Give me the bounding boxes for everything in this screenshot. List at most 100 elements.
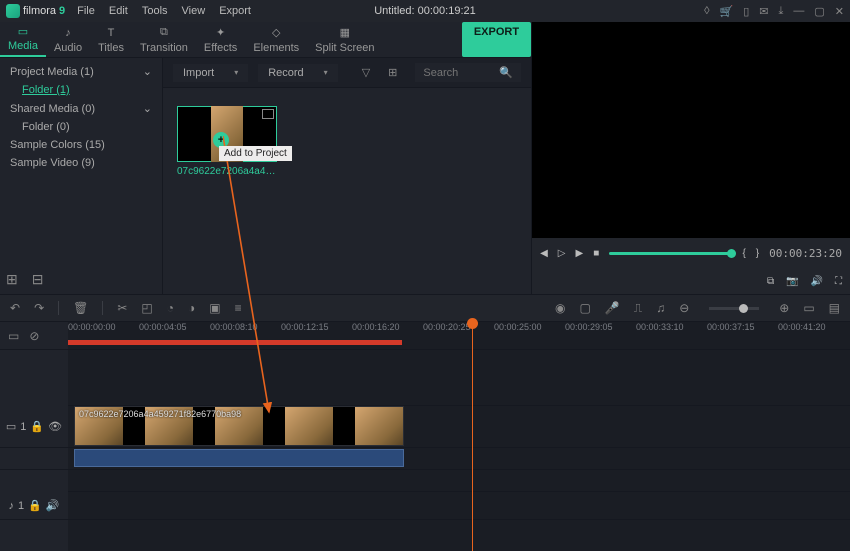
mail-icon[interactable]: ✉ [759,5,768,18]
tree-sample-colors[interactable]: Sample Colors (15) [6,136,156,154]
prev-frame-button[interactable]: ◀ [540,248,548,259]
filter-icon[interactable]: ▽ [358,64,374,81]
mixer-icon[interactable]: ⎍ [634,301,642,316]
color-button[interactable]: ◑ [188,301,195,315]
lock-icon[interactable]: 🔒 [30,420,44,433]
split-button[interactable]: ✂ [117,301,127,315]
tab-transition[interactable]: ⧉Transition [132,22,196,57]
maximize-icon[interactable]: ▢ [814,5,824,18]
visibility-icon[interactable]: 👁 [48,420,62,433]
titlebar-right: ◊ 🛒 ▯ ✉ ⤓ — ▢ ✕ [704,5,844,18]
tree-folder-1[interactable]: Folder (1) [6,81,156,99]
undo-button[interactable]: ↶ [10,301,20,315]
grid-view-icon[interactable]: ⊞ [384,64,401,81]
preview-slider[interactable] [609,252,732,255]
timeline-tracks[interactable]: 00:00:00:0000:00:04:0500:00:08:1000:00:1… [68,322,850,551]
new-folder-icon[interactable]: ⊞ [6,271,18,288]
timeline-left: ▭ ⊘ ▭1🔒👁 ♪1🔒🔊 [0,322,68,551]
playhead[interactable] [472,322,473,551]
bookmark-icon[interactable]: ▯ [743,5,749,18]
tab-media[interactable]: ▭Media [0,22,46,57]
tab-elements[interactable]: ◇Elements [245,22,307,57]
tab-split-screen[interactable]: ▦Split Screen [307,22,382,57]
music-track[interactable] [68,492,850,520]
play-back-button[interactable]: ▷ [558,248,566,259]
cart-icon[interactable]: 🛒 [720,5,734,18]
mark-out-icon[interactable]: } [756,248,759,259]
stop-button[interactable]: ■ [593,248,599,259]
chevron-down-icon: ▾ [234,68,238,77]
lock-icon[interactable]: 🔒 [28,499,42,512]
search-box[interactable]: 🔍 [415,63,521,82]
zoom-fit-icon[interactable]: ▭ [803,301,814,315]
export-button[interactable]: EXPORT [462,22,531,57]
tab-effects[interactable]: ✦Effects [196,22,245,57]
remove-folder-icon[interactable]: ⊟ [32,271,44,288]
tree-sample-video[interactable]: Sample Video (9) [6,154,156,172]
templates-icon[interactable]: ▭ [8,329,19,343]
ruler-mark: 00:00:20:25 [423,322,471,332]
delete-button[interactable]: 🗑 [73,301,88,315]
video-clip[interactable]: 07c9622e7206a4a459271f82e6770ba98 [74,406,404,446]
thumbnail-name: 07c9622e7206a4a4592... [177,166,277,177]
import-dropdown[interactable]: Import▾ [173,64,248,82]
mark-in-icon[interactable]: { [742,248,745,259]
render-icon[interactable]: ◉ [555,301,565,315]
tab-audio[interactable]: ♪Audio [46,22,90,57]
media-tree: Project Media (1)⌄ Folder (1) Shared Med… [0,58,162,265]
tree-folder-0[interactable]: Folder (0) [6,118,156,136]
menu-export[interactable]: Export [219,5,251,17]
menu-view[interactable]: View [182,5,206,17]
menu-tools[interactable]: Tools [142,5,168,17]
volume-icon[interactable]: 🔊 [811,276,823,287]
manage-tracks-icon[interactable]: ▤ [829,301,840,315]
menu-edit[interactable]: Edit [109,5,128,17]
preview-viewport[interactable] [532,22,850,238]
music-track-icon: ♪ [8,500,14,512]
audio-sync-icon[interactable]: ♫ [656,301,665,315]
text-icon: T [104,26,118,40]
tree-project-media[interactable]: Project Media (1)⌄ [6,62,156,81]
link-icon[interactable]: ⊘ [29,329,39,343]
mute-icon[interactable]: 🔊 [46,499,60,512]
tree-shared-media[interactable]: Shared Media (0)⌄ [6,99,156,118]
music-icon: ♪ [61,26,75,40]
ruler-mark: 00:00:25:00 [494,322,542,332]
crop-button[interactable]: ◰ [141,301,152,315]
adjust-button[interactable]: ≡ [235,301,242,315]
search-input[interactable] [423,67,475,79]
fullscreen-icon[interactable]: ⛶ [835,276,842,287]
effects-icon: ✦ [214,26,228,40]
video-track[interactable]: 07c9622e7206a4a459271f82e6770ba98 [68,406,850,448]
green-screen-button[interactable]: ▣ [209,301,220,315]
clip-frame [285,407,333,445]
snapshot-icon[interactable]: 📷 [786,276,798,287]
audio-track[interactable] [68,448,850,470]
play-button[interactable]: ▶ [575,248,583,259]
timeline-toolbar: ↶ ↷ 🗑 ✂ ◰ ◔ ◑ ▣ ≡ ◉ ▢ 🎤 ⎍ ♫ ⊖ ⊕ ▭ ▤ [0,294,850,322]
ruler-mark: 00:00:04:05 [139,322,187,332]
tab-titles[interactable]: TTitles [90,22,132,57]
video-track-label: ▭1🔒👁 [0,406,68,448]
record-dropdown[interactable]: Record▾ [258,64,337,82]
close-icon[interactable]: ✕ [835,5,844,18]
voiceover-icon[interactable]: 🎤 [605,301,620,315]
folder-icon: ▭ [16,25,30,38]
audio-clip[interactable] [74,449,404,467]
minimize-icon[interactable]: — [793,5,804,17]
zoom-in-icon[interactable]: ⊕ [779,301,789,315]
zoom-out-icon[interactable]: ⊖ [679,301,689,315]
ruler-mark: 00:00:08:10 [210,322,258,332]
clip-frame [355,407,403,445]
quality-icon[interactable]: ⧉ [767,276,774,287]
marker-icon[interactable]: ▢ [579,301,590,315]
redo-button[interactable]: ↷ [34,301,44,315]
zoom-slider[interactable] [709,307,759,310]
search-icon[interactable]: 🔍 [499,66,513,79]
timeline-ruler[interactable]: 00:00:00:0000:00:04:0500:00:08:1000:00:1… [68,322,850,350]
speed-button[interactable]: ◔ [167,301,174,315]
menu-file[interactable]: File [77,5,95,17]
notification-icon[interactable]: ⤓ [779,5,784,18]
account-icon[interactable]: ◊ [704,5,709,17]
media-panel: Import▾ Record▾ ▽ ⊞ 🔍 [162,58,531,294]
